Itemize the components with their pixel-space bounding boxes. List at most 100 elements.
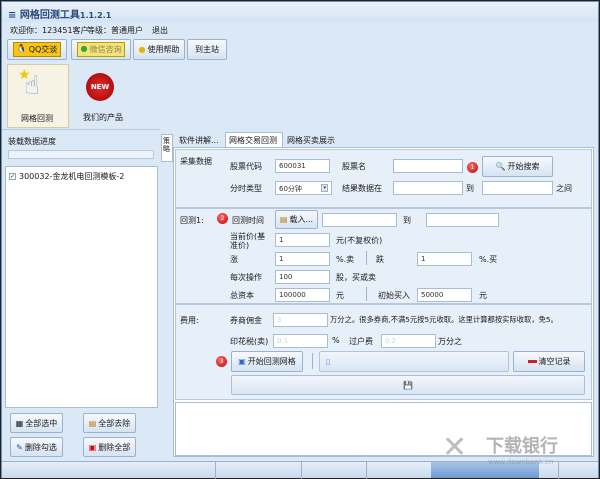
tab-our-products-label: 我们的产品	[83, 113, 123, 122]
template-list: ✓ 300032-金龙机电回测模板-2	[5, 166, 158, 408]
welcome-text: 欢迎你：123451客户	[10, 26, 89, 35]
price-label: 当前价(基准价)	[230, 232, 266, 250]
capital-input[interactable]: 100000	[275, 288, 330, 302]
commission-note: 万分之。很多券商,不满5元按5元收取。这里计算都按实际收取，免5。	[330, 315, 558, 324]
status-divider	[301, 462, 302, 479]
main-site-label: 到主站	[195, 45, 219, 54]
step-badge-1: 1	[467, 162, 478, 173]
divider	[366, 287, 367, 301]
new-badge-icon: NEW	[86, 73, 114, 101]
rise-label: 涨	[230, 255, 238, 264]
backtest-start-input[interactable]	[322, 213, 397, 227]
step-badge-2: 2	[217, 213, 228, 224]
clear-records-label: 清空记录	[538, 357, 571, 366]
operation-unit: 股，买或卖	[336, 273, 376, 282]
scroll-icon: ▯	[326, 357, 331, 366]
initial-buy-label: 初始买入	[378, 291, 410, 300]
tab-grid-trade-backtest[interactable]: 网格交易回测	[225, 132, 283, 147]
left-panel: 装载数据进度 ✓ 300032-金龙机电回测模板-2 ▦ 全部选中 ▤ 全部去除 ✎ 删…	[2, 129, 160, 461]
operation-input[interactable]: 100	[275, 270, 330, 284]
start-search-label: 开始搜索	[507, 162, 540, 171]
logout-link[interactable]: 退出	[152, 25, 168, 36]
fees-section-label: 费用:	[180, 316, 199, 325]
period-value: 60分钟	[279, 185, 302, 193]
side-tab-strategy[interactable]: 策略	[161, 134, 173, 162]
initial-buy-input[interactable]: 50000	[417, 288, 472, 302]
transfer-fee-input[interactable]: 0.2	[381, 334, 436, 348]
period-label: 分时类型	[230, 184, 262, 193]
fall-unit: %.买	[479, 255, 498, 264]
search-icon: 🔍	[495, 162, 506, 171]
result-from-input[interactable]	[393, 181, 463, 195]
transfer-fee-label: 过户费	[349, 337, 373, 346]
deselect-all-button[interactable]: ▤ 全部去除	[83, 413, 136, 433]
operation-label: 每次操作	[230, 273, 262, 282]
tab-our-products[interactable]: NEW 我们的产品	[74, 64, 136, 128]
tab-grid-backtest[interactable]: ☝ ★ 网格回测	[7, 64, 69, 128]
wechat-label: 微信咨询	[89, 45, 122, 54]
select-all-button[interactable]: ▦ 全部选中	[10, 413, 63, 433]
save-button[interactable]: 💾	[231, 375, 585, 395]
chevron-down-icon[interactable]: ▾	[321, 184, 328, 192]
status-bar	[2, 461, 598, 479]
help-button[interactable]: ● 使用帮助	[133, 39, 185, 60]
clear-records-button[interactable]: 清空记录	[513, 351, 585, 372]
tab-grid-trade-display[interactable]: 网格买卖展示	[287, 135, 335, 146]
load-button[interactable]: ▤ 载入...	[275, 210, 318, 229]
list-item-label: 300032-金龙机电回测模板-2	[19, 172, 125, 181]
disabled-action-button[interactable]: ▯	[319, 351, 509, 372]
result-to-label: 到	[466, 184, 474, 193]
wechat-button[interactable]: ● 微信咨询	[71, 39, 131, 60]
backtest-time-label: 回测时间	[232, 216, 264, 225]
delete-all-button[interactable]: ▣ 删除全部	[83, 437, 136, 457]
load-progress-bar	[8, 150, 154, 159]
qq-icon: 🐧	[16, 44, 27, 53]
delete-all-icon: ▣	[88, 442, 97, 452]
list-item[interactable]: ✓ 300032-金龙机电回测模板-2	[9, 171, 124, 182]
delete-checked-button[interactable]: ✎ 删除勾选	[10, 437, 63, 457]
wechat-icon: ●	[80, 44, 88, 53]
result-to-input[interactable]	[482, 181, 553, 195]
deselect-all-label: 全部去除	[98, 418, 131, 428]
divider	[366, 251, 367, 265]
main-site-button[interactable]: 到主站	[187, 39, 227, 60]
fall-input[interactable]: 1	[417, 252, 472, 266]
stock-code-label: 股票代码	[230, 162, 262, 171]
step-badge-3: 3	[216, 356, 227, 367]
stock-name-label: 股票名	[342, 162, 366, 171]
result-range-label: 结果数据在	[342, 184, 382, 193]
delete-all-label: 删除全部	[98, 442, 131, 452]
window-title: 网格回测工具	[19, 10, 80, 21]
start-backtest-label: 开始回测网格	[247, 357, 296, 366]
qq-chat-label: QQ交谈	[28, 45, 58, 54]
status-progress	[431, 462, 539, 478]
stamp-tax-input[interactable]: 0.1	[273, 334, 328, 348]
checkbox[interactable]: ✓	[9, 173, 16, 180]
lightbulb-icon: ●	[138, 45, 146, 54]
price-input[interactable]: 1	[275, 233, 330, 247]
divider	[312, 353, 313, 369]
stock-name-input[interactable]	[393, 159, 463, 173]
capital-label: 总资本	[230, 291, 254, 300]
initial-buy-unit: 元	[479, 291, 487, 300]
capital-unit: 元	[336, 291, 344, 300]
star-icon: ★	[18, 67, 31, 83]
qq-chat-button[interactable]: 🐧 QQ交谈	[7, 39, 67, 60]
rise-input[interactable]: 1	[275, 252, 330, 266]
load-label: 载入...	[289, 215, 314, 224]
minus-icon	[527, 360, 537, 363]
commission-input[interactable]: 3	[273, 313, 328, 327]
tab-software-guide[interactable]: 软件讲解...	[179, 135, 219, 146]
start-search-button[interactable]: 🔍 开始搜索	[482, 156, 553, 177]
backtest-end-input[interactable]	[426, 213, 499, 227]
load-icon: ▤	[279, 215, 288, 224]
deselect-icon: ▤	[88, 418, 97, 428]
fall-label: 跌	[376, 255, 384, 264]
stock-code-input[interactable]: 600031	[275, 159, 330, 173]
select-all-icon: ▦	[15, 418, 24, 428]
start-backtest-button[interactable]: ▣ 开始回测网格	[231, 351, 303, 372]
user-level: 等级：普通用户	[87, 26, 143, 35]
period-select[interactable]: 60分钟 ▾	[275, 181, 332, 195]
status-divider	[215, 462, 216, 479]
price-unit: 元(不复权价)	[336, 236, 383, 245]
